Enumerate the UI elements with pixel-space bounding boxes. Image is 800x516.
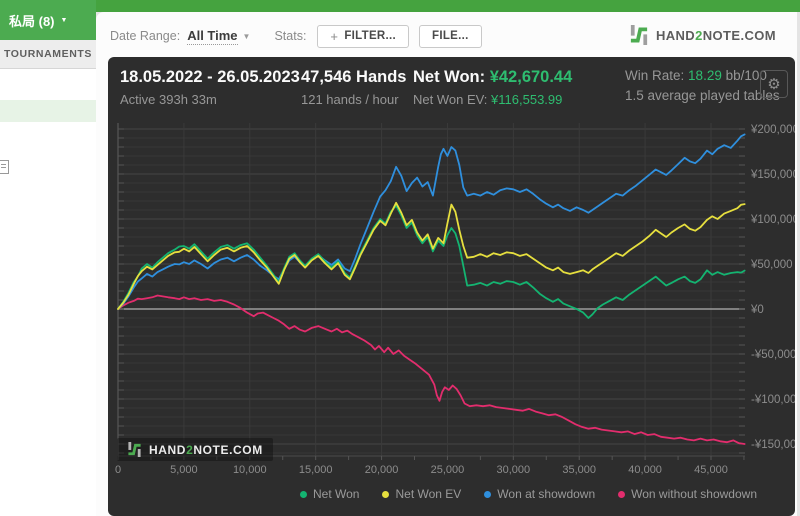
x-tick-label: 0 (115, 464, 121, 476)
legend-item-won-without-showdown[interactable]: Won without showdown (618, 487, 757, 501)
x-tick-label: 30,000 (497, 464, 531, 476)
y-tick-label: ¥150,000 (750, 169, 795, 181)
brand-logo: HAND2NOTE.COM (629, 25, 776, 45)
legend-item-net-won-ev[interactable]: Net Won EV (382, 487, 461, 501)
y-tick-label: -¥150,000 (751, 439, 795, 451)
legend-dot (484, 491, 491, 498)
legend-label: Won at showdown (497, 487, 595, 501)
chevron-down-icon[interactable]: ▼ (243, 32, 251, 41)
x-tick-label: 35,000 (562, 464, 596, 476)
legend-item-won-at-showdown[interactable]: Won at showdown (484, 487, 595, 501)
y-tick-label: ¥100,000 (750, 214, 795, 226)
x-tick-label: 45,000 (694, 464, 728, 476)
tab-tournaments[interactable]: TOURNAMENTS (0, 40, 96, 69)
chart-legend: Net Won Net Won EV Won at showdown Won with… (300, 487, 757, 501)
y-tick-label: ¥50,000 (750, 259, 793, 271)
filter-button-label: FILTER... (344, 30, 396, 42)
date-range-label: Date Range: (110, 29, 180, 43)
x-tick-label: 10,000 (233, 464, 267, 476)
legend-dot (618, 491, 625, 498)
sidebar: 私局 (8) ▼ TOURNAMENTS (0, 0, 96, 516)
y-tick-label: ¥200,000 (750, 124, 795, 136)
y-tick-label: ¥0 (750, 304, 764, 316)
legend-dot (300, 491, 307, 498)
date-range-select[interactable]: All Time (187, 28, 237, 45)
sidebar-selected-row[interactable] (0, 100, 96, 122)
legend-item-net-won[interactable]: Net Won (300, 487, 359, 501)
file-button-label: FILE... (432, 30, 469, 42)
top-accent-bar (0, 0, 800, 12)
legend-label: Net Won (313, 487, 359, 501)
hand2note-logo-icon (127, 442, 142, 457)
series-line-won-at-showdown (118, 134, 745, 309)
sidebar-clipped-icon (0, 160, 9, 174)
x-tick-label: 15,000 (299, 464, 333, 476)
stats-label: Stats: (274, 29, 306, 43)
toolbar: Date Range: All Time ▼ Stats: + FILTER..… (110, 23, 492, 49)
x-tick-label: 20,000 (365, 464, 399, 476)
x-tick-label: 40,000 (628, 464, 662, 476)
y-tick-label: -¥100,000 (751, 394, 795, 406)
filter-button[interactable]: + FILTER... (317, 25, 409, 48)
plus-icon: + (330, 29, 338, 44)
legend-label: Won without showdown (631, 487, 757, 501)
main-card: Date Range: All Time ▼ Stats: + FILTER..… (96, 12, 797, 516)
brand-logo-text: HAND2NOTE.COM (656, 28, 776, 43)
chevron-down-icon: ▼ (61, 17, 68, 24)
sidebar-account-label: 私局 (8) (9, 11, 55, 30)
app-window: 私局 (8) ▼ TOURNAMENTS Date Range: All Tim… (0, 0, 800, 516)
chart-watermark: HAND2NOTE.COM (117, 438, 273, 461)
sidebar-account-dropdown[interactable]: 私局 (8) ▼ (0, 0, 96, 40)
file-button[interactable]: FILE... (419, 25, 482, 48)
legend-label: Net Won EV (395, 487, 461, 501)
x-tick-label: 5,000 (170, 464, 198, 476)
watermark-text: HAND2NOTE.COM (149, 443, 263, 457)
hand2note-logo-icon (629, 25, 649, 45)
y-tick-label: -¥50,000 (751, 349, 795, 361)
legend-dot (382, 491, 389, 498)
x-tick-label: 25,000 (431, 464, 465, 476)
chart-panel: 18.05.2022 - 26.05.2023 Active 393h 33m … (108, 57, 795, 516)
